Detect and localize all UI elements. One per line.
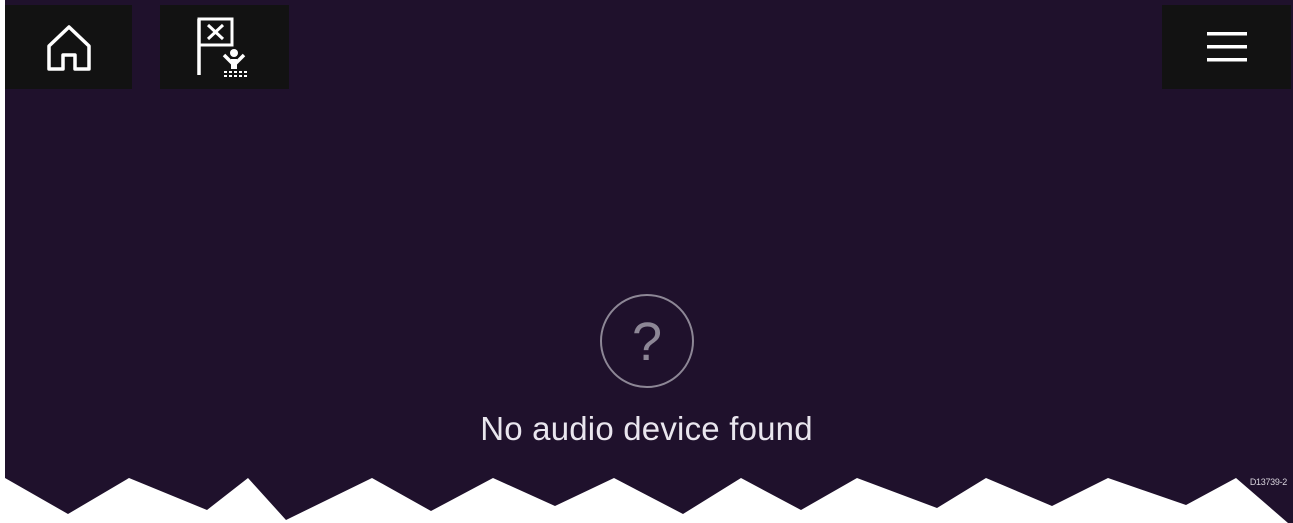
man-overboard-button[interactable] (160, 5, 289, 89)
hamburger-menu-icon (1206, 32, 1247, 62)
question-mark-glyph: ? (631, 312, 661, 372)
status-message: No audio device found (480, 410, 813, 447)
man-overboard-icon (196, 17, 248, 77)
home-icon (46, 25, 91, 71)
question-mark-icon: ? (599, 294, 694, 388)
home-button[interactable] (5, 5, 132, 89)
document-code: D13739-2 (1249, 477, 1287, 487)
menu-button[interactable] (1162, 5, 1291, 89)
empty-state: ? No audio device found (0, 292, 1293, 448)
audio-app-screen: ? No audio device found D13739-2 (0, 0, 1293, 523)
